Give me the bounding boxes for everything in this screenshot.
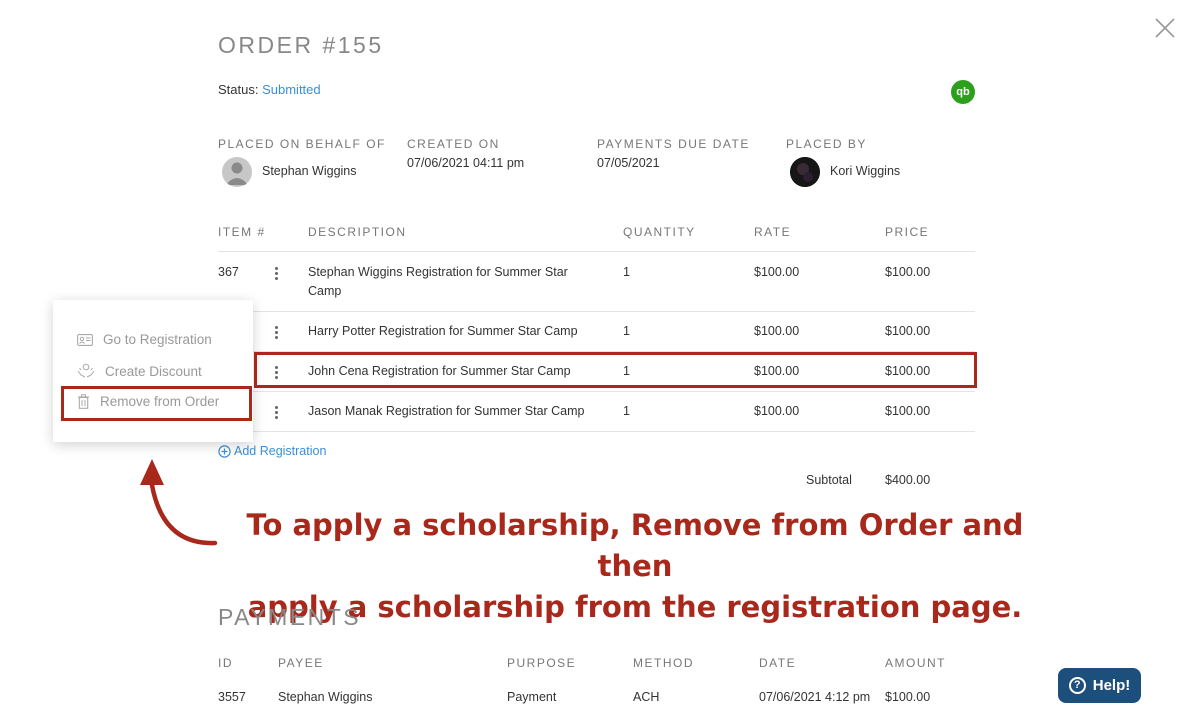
item-rate: $100.00 [754,404,800,418]
highlight-john-cena-row [254,352,977,388]
th-item: ITEM # [218,225,266,239]
pth-id: ID [218,656,233,670]
divider [218,311,975,312]
annotation-line-1: To apply a scholarship, Remove from Orde… [246,508,1024,583]
divider [218,251,975,252]
item-price: $100.00 [885,265,931,279]
item-number: 367 [218,265,239,279]
order-title: ORDER #155 [218,32,384,58]
pth-date: DATE [759,656,797,670]
item-price: $100.00 [885,404,931,418]
menu-item-go-to-registration[interactable]: Go to Registration [77,332,212,347]
placed-by-value: Kori Wiggins [830,164,901,178]
add-registration-label: Add Registration [234,444,327,458]
quickbooks-icon[interactable]: qb [951,80,975,104]
item-quantity: 1 [623,404,630,418]
help-button[interactable]: ? Help! [1058,668,1141,703]
more-vertical-icon[interactable] [271,266,281,280]
th-price: PRICE [885,225,930,239]
payment-date: 07/06/2021 4:12 pm [759,690,871,704]
placed-on-behalf-label: PLACED ON BEHALF OF [218,137,386,151]
placed-on-behalf-value: Stephan Wiggins [262,164,357,178]
menu-item-label: Create Discount [105,363,202,379]
pth-purpose: PURPOSE [507,656,577,670]
item-rate: $100.00 [754,265,800,279]
subtotal-value: $400.00 [885,473,931,487]
more-vertical-icon[interactable] [271,325,281,339]
payments-title: PAYMENTS [218,604,362,630]
hands-coin-icon [77,363,95,378]
payment-amount: $100.00 [885,690,931,704]
placed-by-label: PLACED BY [786,137,867,151]
payment-payee: Stephan Wiggins [278,690,373,704]
avatar [222,157,252,187]
payment-purpose: Payment [507,690,557,704]
id-card-icon [77,333,93,346]
payments-due-label: PAYMENTS DUE DATE [597,137,750,151]
item-quantity: 1 [623,324,630,338]
item-price: $100.00 [885,324,931,338]
divider [218,391,975,392]
close-icon[interactable] [1155,18,1175,38]
item-rate: $100.00 [754,324,800,338]
avatar [790,157,820,187]
th-rate: RATE [754,225,792,239]
question-icon: ? [1068,677,1086,694]
subtotal-label: Subtotal [806,473,852,487]
payment-id: 3557 [218,690,246,704]
menu-item-create-discount[interactable]: Create Discount [77,363,202,379]
status-value[interactable]: Submitted [262,82,321,97]
pth-method: METHOD [633,656,694,670]
divider [218,431,975,432]
item-quantity: 1 [623,265,630,279]
item-description: Jason Manak Registration for Summer Star… [308,404,585,418]
highlight-remove-from-order [61,386,252,421]
th-quantity: QUANTITY [623,225,696,239]
status-label: Status: [218,82,259,97]
pth-amount: AMOUNT [885,656,946,670]
item-description: Harry Potter Registration for Summer Sta… [308,324,578,338]
more-vertical-icon[interactable] [271,405,281,419]
th-description: DESCRIPTION [308,225,407,239]
add-registration-link[interactable]: Add Registration [218,444,326,458]
status-row: Status: Submitted [218,82,321,97]
pth-payee: PAYEE [278,656,324,670]
item-description: Stephan Wiggins Registration for Summer … [308,265,568,298]
created-on-label: CREATED ON [407,137,500,151]
payments-due-value: 07/05/2021 [597,156,660,170]
user-silhouette-icon [226,162,248,185]
user-photo-icon [790,157,820,187]
help-label: Help! [1092,677,1131,694]
created-on-value: 07/06/2021 04:11 pm [407,156,525,170]
payment-method: ACH [633,690,660,704]
menu-item-label: Go to Registration [103,332,212,347]
